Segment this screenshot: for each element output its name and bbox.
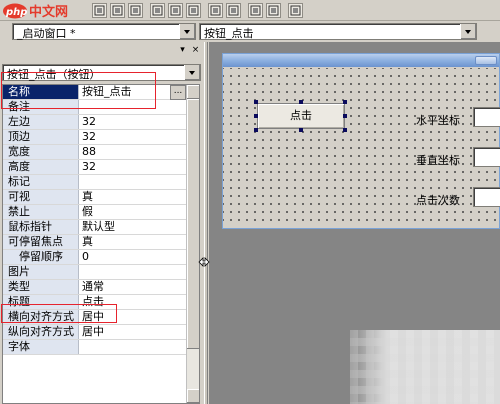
align-right-icon[interactable]: [128, 3, 143, 18]
property-panel: ▾ × 按钮_点击（按钮） 名称 按钮_点击... 备注 左边 32 顶边 32 宽度 88 高度…: [0, 42, 205, 404]
center-vertical-icon[interactable]: [288, 3, 303, 18]
property-name: 纵向对齐方式: [3, 325, 79, 339]
align-bottom-icon[interactable]: [186, 3, 201, 18]
align-center-icon[interactable]: [110, 3, 125, 18]
resize-handle[interactable]: [299, 128, 303, 132]
center-horizontal-icon[interactable]: [266, 3, 281, 18]
property-grid: 名称 按钮_点击... 备注 左边 32 顶边 32 宽度 88 高度 32 标记 可视真禁止假鼠标指针…: [2, 84, 200, 404]
property-value[interactable]: 通常: [82, 280, 182, 294]
property-value[interactable]: 32: [82, 160, 182, 174]
same-size-icon[interactable]: [248, 3, 263, 18]
property-row[interactable]: 鼠标指针 默认型: [3, 220, 186, 235]
align-top-icon[interactable]: [150, 3, 165, 18]
resize-handle[interactable]: [299, 100, 303, 104]
label-vertical-coord[interactable]: 垂直坐标: [416, 152, 460, 168]
property-name: 类型: [3, 280, 79, 294]
window-selector-value: _启动窗口 *: [17, 27, 76, 40]
property-name: 停留顺序: [3, 250, 79, 264]
property-name: 高度: [3, 160, 79, 174]
property-grid-scrollbar[interactable]: [186, 85, 199, 403]
property-value[interactable]: 32: [82, 115, 182, 129]
property-value[interactable]: 假: [82, 205, 182, 219]
property-name: 鼠标指针: [3, 220, 79, 234]
resize-handle[interactable]: [254, 128, 258, 132]
chevron-down-icon[interactable]: [460, 24, 476, 39]
property-row[interactable]: 高度 32: [3, 160, 186, 175]
resize-handle[interactable]: [254, 114, 258, 118]
resize-handle[interactable]: [254, 100, 258, 104]
property-value[interactable]: [82, 175, 182, 189]
property-row[interactable]: 可视真: [3, 190, 186, 205]
property-row[interactable]: 宽度 88: [3, 145, 186, 160]
highlight-box-caption: [1, 304, 117, 323]
property-row[interactable]: 可停留焦点真: [3, 235, 186, 250]
resize-handle[interactable]: [343, 128, 347, 132]
scroll-up-button[interactable]: [187, 85, 199, 99]
property-row[interactable]: 纵向对齐方式 居中: [3, 325, 186, 340]
toolbar: php 中文网: [0, 0, 500, 21]
click-button[interactable]: 点击: [257, 103, 345, 129]
same-height-icon[interactable]: [226, 3, 241, 18]
panel-splitter[interactable]: [204, 42, 208, 404]
combo-row: _启动窗口 * 按钮_点击: [0, 21, 500, 42]
scroll-thumb[interactable]: [187, 99, 199, 349]
property-name: 可视: [3, 190, 79, 204]
property-row[interactable]: 停留顺序 0: [3, 250, 186, 265]
property-name: 宽度: [3, 145, 79, 159]
edit-box-count[interactable]: [473, 187, 500, 207]
property-name: 字体: [3, 340, 79, 354]
svg-text:php: php: [5, 7, 27, 18]
property-row[interactable]: 字体: [3, 340, 186, 355]
edit-box-vertical[interactable]: [473, 147, 500, 167]
property-value[interactable]: 默认型: [82, 220, 182, 234]
minimize-button[interactable]: [475, 56, 497, 65]
property-name: 图片: [3, 265, 79, 279]
chevron-down-icon[interactable]: [184, 65, 200, 80]
property-row[interactable]: 类型 通常: [3, 280, 186, 295]
property-row[interactable]: 图片: [3, 265, 186, 280]
align-left-icon[interactable]: [92, 3, 107, 18]
event-selector-value: 按钮_点击: [204, 27, 254, 40]
label-click-count[interactable]: 点击次数: [416, 192, 460, 208]
event-selector-combo[interactable]: 按钮_点击: [199, 23, 477, 40]
property-name: 禁止: [3, 205, 79, 219]
resize-handle[interactable]: [343, 100, 347, 104]
scroll-down-button[interactable]: [187, 389, 199, 403]
property-row[interactable]: 禁止假: [3, 205, 186, 220]
property-name: 可停留焦点: [3, 235, 79, 249]
property-name: 顶边: [3, 130, 79, 144]
property-name: 标记: [3, 175, 79, 189]
resize-cursor-icon: [198, 253, 210, 271]
highlight-box-name: [1, 72, 156, 109]
property-value[interactable]: 真: [82, 190, 182, 204]
blurred-watermark: [350, 330, 500, 404]
property-value[interactable]: 0: [82, 250, 182, 264]
php-cn-logo: php 中文网: [2, 1, 90, 20]
property-row[interactable]: 标记: [3, 175, 186, 190]
property-value[interactable]: [82, 340, 182, 354]
chevron-down-icon[interactable]: [179, 24, 195, 39]
edit-box-horizontal[interactable]: [473, 107, 500, 127]
property-row[interactable]: 左边 32: [3, 115, 186, 130]
property-value[interactable]: 居中: [82, 325, 182, 339]
property-value[interactable]: [82, 265, 182, 279]
property-row[interactable]: 顶边 32: [3, 130, 186, 145]
label-horizontal-coord[interactable]: 水平坐标: [416, 112, 460, 128]
align-middle-icon[interactable]: [168, 3, 183, 18]
form-title-bar[interactable]: [223, 54, 499, 67]
same-width-icon[interactable]: [208, 3, 223, 18]
resize-handle[interactable]: [343, 114, 347, 118]
close-icon[interactable]: ×: [190, 45, 201, 56]
svg-text:中文网: 中文网: [29, 4, 68, 20]
panel-menu-icon[interactable]: ▾: [177, 45, 188, 56]
property-value[interactable]: 88: [82, 145, 182, 159]
form-client-area[interactable]: 点击 水平坐标 垂直坐标 点击次数: [223, 68, 500, 226]
property-name: 左边: [3, 115, 79, 129]
property-value[interactable]: 32: [82, 130, 182, 144]
property-value[interactable]: 真: [82, 235, 182, 249]
property-panel-header: ▾ ×: [0, 44, 205, 59]
window-selector-combo[interactable]: _启动窗口 *: [12, 23, 196, 40]
ellipsis-button[interactable]: ...: [170, 85, 186, 100]
designer-form-window[interactable]: 点击 水平坐标 垂直坐标 点击次数: [222, 53, 500, 229]
